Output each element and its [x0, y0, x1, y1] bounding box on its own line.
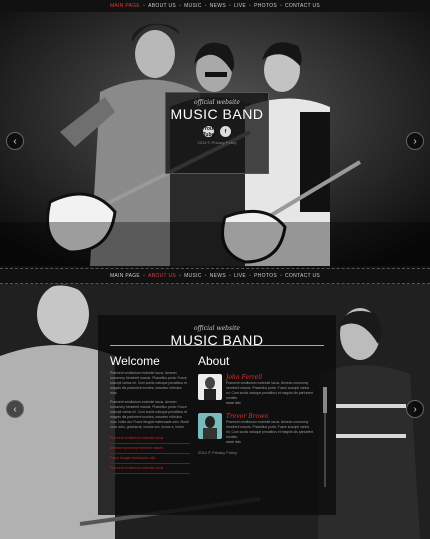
welcome-list-item[interactable]: Praesent vestibulum molestie lacus	[110, 434, 190, 444]
member-photo[interactable]	[198, 374, 222, 400]
section-divider	[0, 268, 430, 269]
nav-item-news[interactable]: NEWS	[210, 3, 226, 9]
columns: Welcome Praesent vestibulum molestie lac…	[98, 348, 336, 474]
nav-separator: •	[249, 273, 252, 279]
section-next-arrow[interactable]: ›	[406, 400, 424, 418]
scrollbar-thumb[interactable]	[323, 387, 327, 413]
nav-separator: •	[204, 273, 207, 279]
more-info-link[interactable]: more info	[226, 440, 314, 444]
member-card: Trevor Brown Praesent vestibulum molesti…	[198, 413, 318, 444]
member-text: Praesent vestibulum molestie lacus. Aene…	[226, 420, 314, 439]
nav-item-photos[interactable]: PHOTOS	[254, 273, 277, 279]
welcome-list: Praesent vestibulum molestie lacus Aenea…	[110, 434, 190, 474]
more-info-link[interactable]: more info	[226, 401, 314, 405]
member-info: John Ferrell Praesent vestibulum molesti…	[226, 374, 314, 405]
hero-logo-box: official website MUSIC BAND You Tube f 2…	[165, 92, 269, 174]
panel-header: official website MUSIC BAND	[98, 315, 336, 348]
member-text: Praesent vestibulum molestie lacus. Aene…	[226, 381, 314, 400]
nav-item-about-us[interactable]: ABOUT US	[148, 3, 176, 9]
nav-item-contact-us[interactable]: CONTACT US	[285, 3, 320, 9]
nav-item-live[interactable]: LIVE	[234, 273, 246, 279]
panel-copyright[interactable]: 2014 © Privacy Policy	[198, 450, 318, 455]
welcome-list-item[interactable]: Praesent vestibulum molestie lacus	[110, 464, 190, 474]
nav-separator: •	[279, 273, 283, 279]
nav-item-music[interactable]: MUSIC	[184, 3, 202, 9]
top-nav: MAIN PAGE • ABOUT US • MUSIC • NEWS • LIVE • PHOTO…	[0, 0, 430, 12]
nav-separator: •	[204, 3, 207, 9]
nav-separator: •	[179, 3, 182, 9]
nav-separator: •	[279, 3, 283, 9]
header-rule	[110, 345, 324, 346]
hero-copyright[interactable]: 2014 © Privacy Policy	[166, 140, 268, 145]
nav-item-about-us[interactable]: ABOUT US	[148, 273, 176, 279]
welcome-title: Welcome	[110, 354, 160, 368]
hero-slider: official website MUSIC BAND You Tube f 2…	[0, 12, 430, 266]
slider-prev-arrow[interactable]: ‹	[6, 132, 24, 150]
hero-title: MUSIC BAND	[170, 106, 264, 122]
nav-item-music[interactable]: MUSIC	[184, 273, 202, 279]
welcome-list-item[interactable]: Fusce feugiat malesuada odio	[110, 454, 190, 464]
member-image	[203, 416, 217, 439]
member-name: Trevor Brown	[226, 413, 269, 420]
nav-separator: •	[228, 3, 232, 9]
welcome-text-1: Praesent vestibulum molestie lacus. Aene…	[110, 371, 187, 395]
member-info: Trevor Brown Praesent vestibulum molesti…	[226, 413, 314, 444]
nav-separator: •	[228, 273, 232, 279]
welcome-list-item[interactable]: Aenean nonummy hendrerit mauris	[110, 444, 190, 454]
welcome-column: Welcome Praesent vestibulum molestie lac…	[110, 354, 190, 474]
about-title: About	[198, 354, 230, 368]
nav-item-main-page[interactable]: MAIN PAGE	[110, 273, 140, 279]
hero-tagline: official website	[194, 99, 240, 106]
section-prev-arrow[interactable]: ‹	[6, 400, 24, 418]
member-name: John Ferrell	[226, 374, 263, 381]
slider-next-arrow[interactable]: ›	[406, 132, 424, 150]
panel-tagline: official website	[194, 325, 240, 332]
welcome-text-2: Praesent vestibulum molestie lacus. Aene…	[110, 400, 189, 429]
nav-item-news[interactable]: NEWS	[210, 273, 226, 279]
social-links: You Tube f	[166, 126, 268, 138]
nav-item-contact-us[interactable]: CONTACT US	[285, 273, 320, 279]
content-panel: official website MUSIC BAND Welcome Prae…	[98, 315, 336, 515]
member-card: John Ferrell Praesent vestibulum molesti…	[198, 374, 318, 405]
member-image	[204, 377, 216, 400]
nav-item-photos[interactable]: PHOTOS	[254, 3, 277, 9]
facebook-icon[interactable]: f	[220, 126, 231, 137]
member-photo[interactable]	[198, 413, 222, 439]
nav-separator: •	[143, 273, 146, 279]
nav-item-main-page[interactable]: MAIN PAGE	[110, 3, 140, 9]
nav-item-live[interactable]: LIVE	[234, 3, 246, 9]
nav-separator: •	[143, 3, 146, 9]
second-nav: MAIN PAGE • ABOUT US • MUSIC • NEWS • LIVE • PHOTO…	[0, 270, 430, 282]
nav-separator: •	[249, 3, 252, 9]
about-column: About John Ferrell Praesent vestibulum m…	[198, 354, 318, 474]
youtube-icon[interactable]: You Tube	[203, 126, 215, 138]
nav-separator: •	[179, 273, 182, 279]
